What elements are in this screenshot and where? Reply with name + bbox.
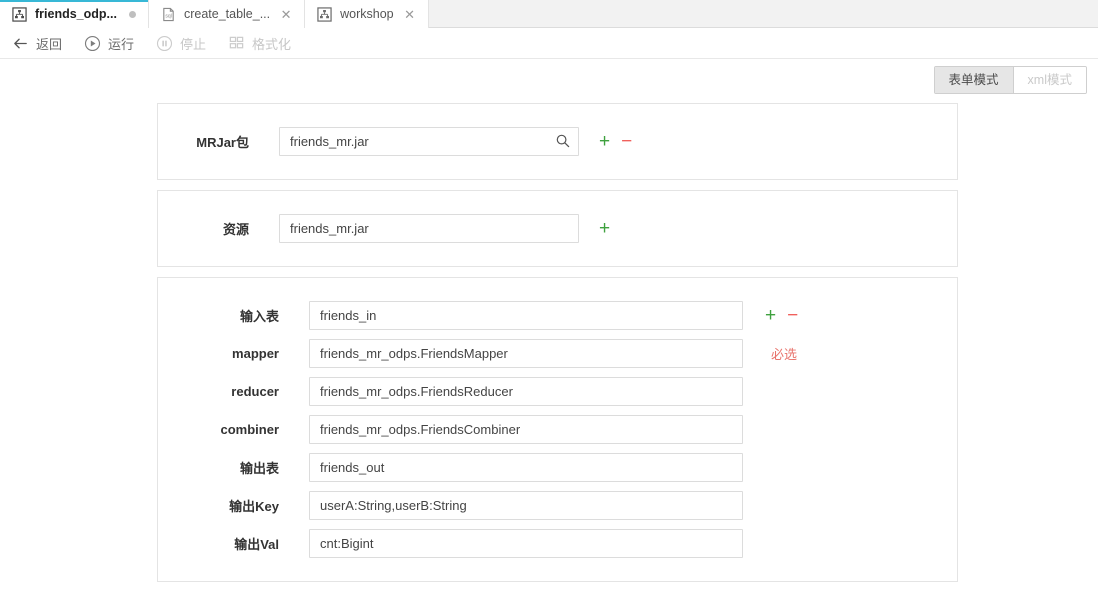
input-table-actions: + − xyxy=(765,306,798,325)
output-table-field-wrap xyxy=(309,453,743,482)
mode-switch: 表单模式 xml模式 xyxy=(934,66,1087,94)
field-row-input-table: 输入表 + − xyxy=(158,301,957,330)
panel-job-config: 输入表 + − mapper 必选 reducer combiner xyxy=(157,277,958,582)
mrjar-label: MRJar包 xyxy=(158,132,279,151)
mrjar-input[interactable] xyxy=(279,127,579,156)
pause-circle-icon xyxy=(156,35,173,52)
mapper-label: mapper xyxy=(158,346,309,361)
format-label: 格式化 xyxy=(252,34,291,53)
output-key-label: 输出Key xyxy=(158,496,309,515)
reducer-label: reducer xyxy=(158,384,309,399)
xml-mode-button[interactable]: xml模式 xyxy=(1014,67,1086,93)
tab-label: create_table_... xyxy=(184,7,270,21)
add-mrjar-button[interactable]: + xyxy=(599,132,610,151)
tab-bar: friends_odp... sql create_table_... ✕ wo… xyxy=(0,0,1098,28)
stop-label: 停止 xyxy=(180,34,206,53)
run-label: 运行 xyxy=(108,34,134,53)
combiner-label: combiner xyxy=(158,422,309,437)
output-key-input[interactable] xyxy=(309,491,743,520)
field-row-resource: 资源 + xyxy=(158,214,957,243)
svg-text:sql: sql xyxy=(165,13,171,19)
output-table-label: 输出表 xyxy=(158,458,309,477)
field-row-output-val: 输出Val xyxy=(158,529,957,558)
arrow-left-icon xyxy=(12,35,29,52)
combiner-field-wrap xyxy=(309,415,743,444)
remove-input-table-button[interactable]: − xyxy=(787,306,798,325)
add-input-table-button[interactable]: + xyxy=(765,306,776,325)
run-button[interactable]: 运行 xyxy=(84,34,134,53)
unsaved-dot-icon xyxy=(129,11,136,18)
mode-switch-bar: 表单模式 xml模式 xyxy=(0,59,1098,103)
output-val-input[interactable] xyxy=(309,529,743,558)
remove-mrjar-button[interactable]: − xyxy=(621,132,632,151)
field-row-output-key: 输出Key xyxy=(158,491,957,520)
field-row-mrjar: MRJar包 + − xyxy=(158,127,957,156)
output-table-input[interactable] xyxy=(309,453,743,482)
resource-input[interactable] xyxy=(279,214,579,243)
tab-bar-filler xyxy=(429,0,1098,27)
tab-workshop[interactable]: workshop ✕ xyxy=(305,0,429,28)
reducer-input[interactable] xyxy=(309,377,743,406)
input-table-field-wrap xyxy=(309,301,743,330)
grid-icon xyxy=(228,35,245,52)
reducer-field-wrap xyxy=(309,377,743,406)
play-circle-icon xyxy=(84,35,101,52)
mrjar-actions: + − xyxy=(599,132,632,151)
add-resource-button[interactable]: + xyxy=(599,219,610,238)
back-label: 返回 xyxy=(36,34,62,53)
sql-file-icon: sql xyxy=(161,7,176,22)
tab-friends-odps[interactable]: friends_odp... xyxy=(0,0,149,28)
resource-label: 资源 xyxy=(158,219,279,238)
back-button[interactable]: 返回 xyxy=(12,34,62,53)
output-val-label: 输出Val xyxy=(158,534,309,553)
close-icon[interactable]: ✕ xyxy=(404,8,416,21)
mapper-required-label: 必选 xyxy=(771,344,797,363)
mapper-input[interactable] xyxy=(309,339,743,368)
form-mode-button[interactable]: 表单模式 xyxy=(935,67,1014,93)
field-row-reducer: reducer xyxy=(158,377,957,406)
field-row-mapper: mapper 必选 xyxy=(158,339,957,368)
input-table-input[interactable] xyxy=(309,301,743,330)
close-icon[interactable]: ✕ xyxy=(280,8,292,21)
resource-actions: + xyxy=(599,219,610,238)
mrjar-field-wrap xyxy=(279,127,579,156)
tab-label: workshop xyxy=(340,7,394,21)
format-button[interactable]: 格式化 xyxy=(228,34,291,53)
stop-button[interactable]: 停止 xyxy=(156,34,206,53)
panel-mrjar: MRJar包 + − xyxy=(157,103,958,180)
output-val-field-wrap xyxy=(309,529,743,558)
mapper-field-wrap xyxy=(309,339,743,368)
panel-resource: 资源 + xyxy=(157,190,958,267)
field-row-combiner: combiner xyxy=(158,415,957,444)
workflow-icon xyxy=(317,7,332,22)
input-table-label: 输入表 xyxy=(158,306,309,325)
workflow-icon xyxy=(12,7,27,22)
form-panels: MRJar包 + − 资源 + xyxy=(0,103,1098,582)
resource-field-wrap xyxy=(279,214,579,243)
tab-create-table[interactable]: sql create_table_... ✕ xyxy=(149,0,305,28)
tab-label: friends_odp... xyxy=(35,7,117,21)
output-key-field-wrap xyxy=(309,491,743,520)
combiner-input[interactable] xyxy=(309,415,743,444)
field-row-output-table: 输出表 xyxy=(158,453,957,482)
toolbar: 返回 运行 停止 格式化 xyxy=(0,28,1098,59)
